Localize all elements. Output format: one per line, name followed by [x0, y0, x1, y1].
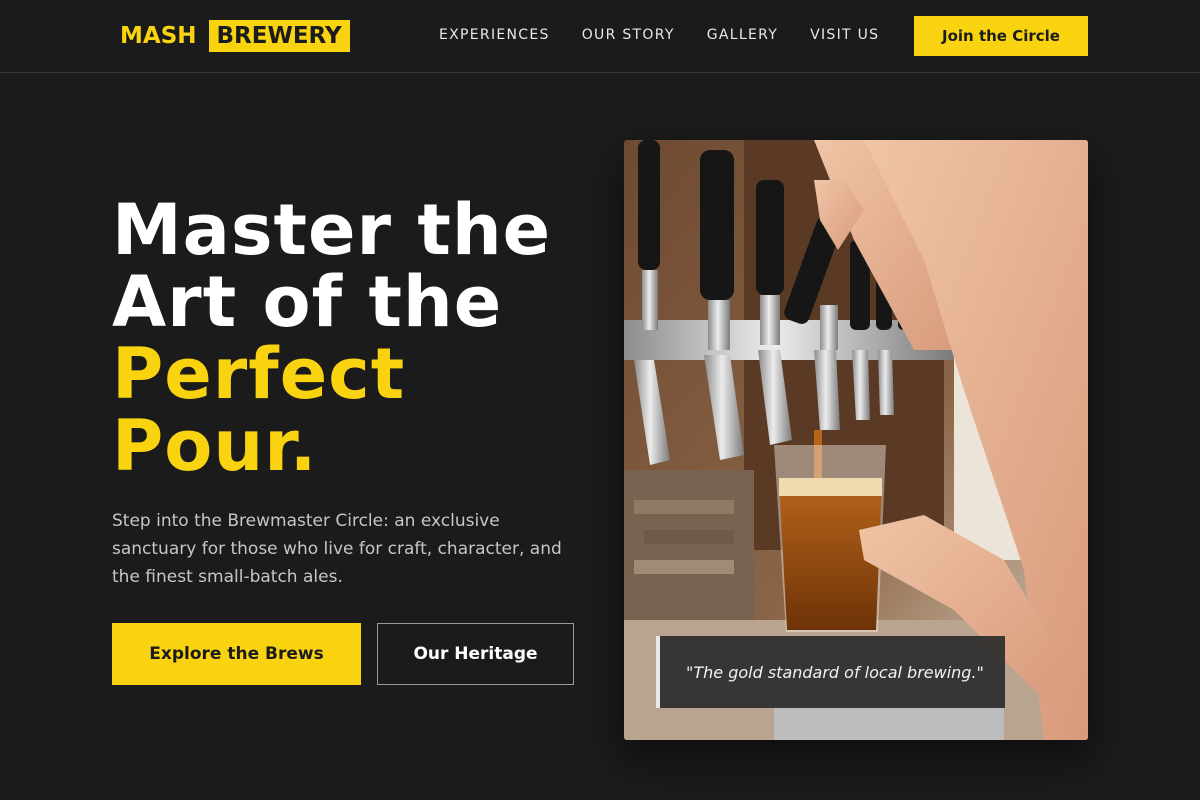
nav-link-gallery[interactable]: GALLERY — [707, 25, 778, 45]
main-menu: EXPERIENCES OUR STORY GALLERY VISIT US — [439, 25, 879, 45]
top-navigation: MASH BREWERY EXPERIENCES OUR STORY GALLE… — [0, 0, 1200, 73]
hero-headline: Master the Art of the Perfect Pour. — [112, 194, 551, 482]
nav-link-visit-us[interactable]: VISIT US — [810, 25, 879, 45]
headline-line-3: Perfect — [112, 333, 406, 415]
nav-link-our-story[interactable]: OUR STORY — [582, 25, 675, 45]
brand-name-primary: MASH — [120, 23, 197, 49]
headline-line-4: Pour. — [112, 405, 318, 487]
brand-logo[interactable]: MASH BREWERY — [120, 20, 350, 52]
join-circle-button[interactable]: Join the Circle — [914, 16, 1088, 56]
our-heritage-button[interactable]: Our Heritage — [377, 623, 574, 685]
headline-line-2: Art of the — [112, 261, 503, 343]
headline-line-1: Master the — [112, 189, 552, 271]
hero-description: Step into the Brewmaster Circle: an excl… — [112, 511, 562, 587]
testimonial-quote: "The gold standard of local brewing." — [656, 636, 1005, 708]
brand-name-secondary: BREWERY — [208, 20, 350, 52]
explore-brews-button[interactable]: Explore the Brews — [112, 623, 361, 685]
nav-link-experiences[interactable]: EXPERIENCES — [439, 25, 550, 45]
hero-photo-beer-tap: "The gold standard of local brewing." — [624, 140, 1088, 740]
